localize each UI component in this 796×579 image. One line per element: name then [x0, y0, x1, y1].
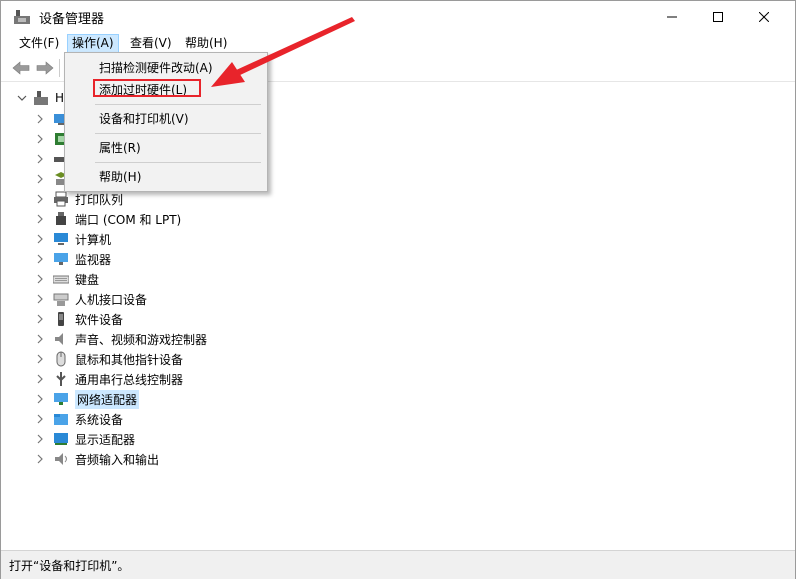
tree-item[interactable]: 软件设备 [35, 309, 123, 329]
menu-view[interactable]: 查看(V) [126, 34, 176, 53]
close-button[interactable] [741, 1, 787, 32]
menu-item-help[interactable]: 帮助(H) [65, 166, 267, 188]
chevron-right-icon[interactable] [35, 254, 45, 264]
system-folder-icon [54, 414, 68, 425]
chevron-right-icon[interactable] [35, 114, 45, 124]
menu-file[interactable]: 文件(F) [15, 34, 63, 53]
chevron-right-icon[interactable] [35, 174, 45, 184]
minimize-icon [667, 16, 677, 17]
tree-item[interactable]: 监视器 [35, 249, 111, 269]
tree-root[interactable]: HI [17, 89, 68, 107]
tree-item-label: 网络适配器 [75, 389, 140, 409]
tree-item[interactable]: 键盘 [35, 269, 99, 289]
menu-bar: 文件(F) 操作(A) 查看(V) 帮助(H) [1, 32, 795, 55]
chevron-right-icon[interactable] [35, 194, 45, 204]
tree-item-label: 系统设备 [75, 412, 124, 427]
computer-icon [54, 233, 68, 245]
tree-item-label: 音频输入和输出 [75, 452, 160, 467]
close-icon [759, 11, 769, 22]
tree-item[interactable]: 系统设备 [35, 409, 123, 429]
chevron-right-icon[interactable] [35, 374, 45, 384]
chevron-down-icon[interactable] [17, 93, 27, 103]
chevron-right-icon[interactable] [35, 214, 45, 224]
forward-arrow-icon[interactable] [35, 59, 55, 77]
tree-item-label: 声音、视频和游戏控制器 [75, 332, 208, 347]
back-arrow-icon[interactable] [11, 59, 31, 77]
window-title: 设备管理器 [39, 12, 105, 27]
maximize-icon [713, 11, 723, 22]
chevron-right-icon[interactable] [35, 134, 45, 144]
audio-io-icon [55, 453, 67, 465]
tree-item-label: 键盘 [75, 272, 100, 287]
monitor-icon [54, 253, 68, 265]
minimize-button[interactable] [649, 1, 695, 32]
usb-icon [56, 372, 66, 386]
menu-separator [95, 162, 261, 163]
maximize-button[interactable] [695, 1, 741, 32]
menu-item-label: 设备和打印机(V) [99, 112, 189, 126]
menu-help[interactable]: 帮助(H) [181, 34, 231, 53]
menu-item-label: 帮助(H) [99, 170, 142, 184]
menu-item-label: 扫描检测硬件改动(A) [99, 61, 213, 75]
mouse-icon [56, 351, 66, 367]
tree-item[interactable]: 网络适配器 [35, 389, 140, 409]
action-menu-dropdown: 扫描检测硬件改动(A) 添加过时硬件(L) 设备和打印机(V) 属性(R) 帮助… [64, 52, 268, 192]
port-icon [56, 212, 66, 225]
chevron-right-icon[interactable] [35, 234, 45, 244]
tree-item[interactable]: 人机接口设备 [35, 289, 147, 309]
tree-item-label: 打印队列 [75, 192, 124, 207]
tree-item[interactable]: 计算机 [35, 229, 111, 249]
menu-separator [95, 133, 261, 134]
chevron-right-icon[interactable] [35, 394, 45, 404]
printer-icon [54, 191, 68, 207]
tree-item[interactable]: 鼠标和其他指针设备 [35, 349, 183, 369]
menu-item-devices-printers[interactable]: 设备和打印机(V) [65, 108, 267, 130]
chevron-right-icon[interactable] [35, 354, 45, 364]
software-device-icon [58, 312, 64, 326]
chevron-right-icon[interactable] [35, 274, 45, 284]
chevron-right-icon[interactable] [35, 454, 45, 464]
tree-item-label: 鼠标和其他指针设备 [75, 352, 184, 367]
tree-item[interactable]: 显示适配器 [35, 429, 135, 449]
hid-icon [53, 293, 69, 306]
menu-item-properties[interactable]: 属性(R) [65, 137, 267, 159]
network-icon [54, 393, 68, 405]
tree-item-label: 端口 (COM 和 LPT) [75, 212, 182, 227]
computer-root-icon [34, 91, 48, 105]
menu-item-scan-hardware[interactable]: 扫描检测硬件改动(A) [65, 57, 267, 79]
device-manager-app-icon [14, 10, 30, 24]
menu-item-label: 属性(R) [99, 141, 141, 155]
chevron-right-icon[interactable] [35, 314, 45, 324]
display-adapter-icon [54, 433, 68, 445]
tree-item[interactable]: 端口 (COM 和 LPT) [35, 209, 181, 229]
tree-item-label: 软件设备 [75, 312, 124, 327]
tree-item-label: 显示适配器 [75, 432, 136, 447]
tree-item[interactable]: 声音、视频和游戏控制器 [35, 329, 207, 349]
speaker-icon [55, 333, 63, 345]
tree-item[interactable]: 通用串行总线控制器 [35, 369, 183, 389]
chevron-right-icon[interactable] [35, 154, 45, 164]
chevron-right-icon[interactable] [35, 414, 45, 424]
tree-item-label: 人机接口设备 [75, 292, 148, 307]
chevron-right-icon[interactable] [35, 334, 45, 344]
menu-separator [95, 104, 261, 105]
tree-item-label: 通用串行总线控制器 [75, 372, 184, 387]
tree-item[interactable]: 音频输入和输出 [35, 449, 159, 469]
status-bar: 打开“设备和打印机”。 [1, 550, 795, 579]
tree-item-label: 监视器 [75, 252, 112, 267]
tree-item[interactable]: 打印队列 [35, 189, 123, 209]
annotation-highlight-box [93, 79, 201, 97]
keyboard-icon [53, 275, 69, 284]
status-text: 打开“设备和打印机”。 [9, 559, 130, 573]
tree-item-label: 计算机 [75, 232, 112, 247]
toolbar-separator [59, 59, 60, 77]
chevron-right-icon[interactable] [35, 294, 45, 304]
title-bar[interactable]: 设备管理器 [1, 1, 795, 32]
chevron-right-icon[interactable] [35, 434, 45, 444]
